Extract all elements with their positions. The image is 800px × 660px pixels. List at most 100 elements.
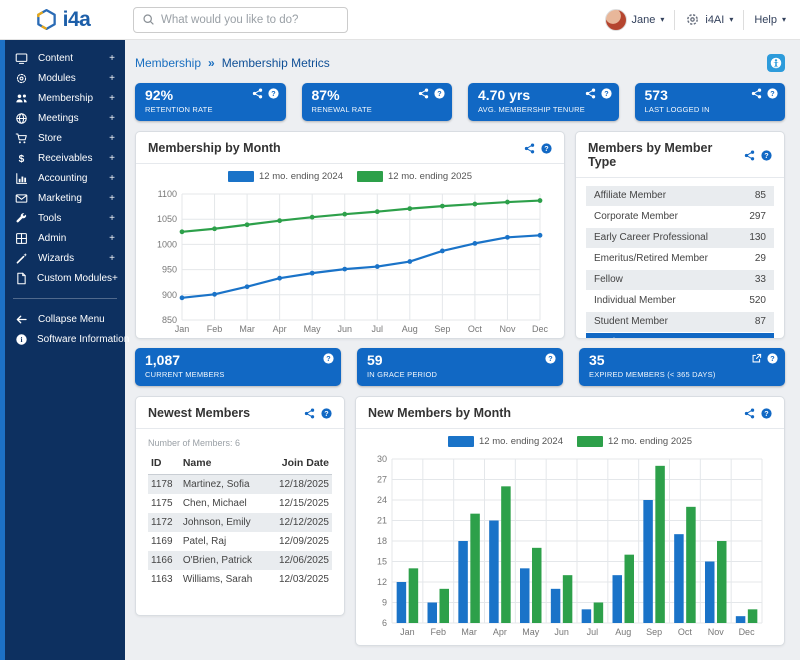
- legend-item[interactable]: 12 mo. ending 2025: [577, 436, 692, 447]
- question-circle-icon[interactable]: ?: [268, 88, 279, 99]
- svg-text:18: 18: [377, 536, 387, 546]
- question-circle-icon[interactable]: ?: [323, 353, 334, 364]
- sidebar-item-admin[interactable]: Admin+: [5, 228, 125, 248]
- share-nodes-icon[interactable]: [304, 408, 315, 419]
- kpi-label: EXPIRED MEMBERS (< 365 DAYS): [589, 370, 775, 379]
- question-circle-icon[interactable]: ?: [601, 88, 612, 99]
- svg-text:?: ?: [437, 89, 441, 98]
- question-circle-icon[interactable]: ?: [321, 408, 332, 419]
- sidebar-item-label: Admin: [38, 233, 109, 244]
- question-circle-icon[interactable]: ?: [434, 88, 445, 99]
- legend-item[interactable]: 12 mo. ending 2024: [228, 171, 343, 182]
- question-circle-icon[interactable]: ?: [767, 88, 778, 99]
- expand-plus-icon[interactable]: +: [109, 73, 115, 84]
- sidebar-item-store[interactable]: Store+: [5, 128, 125, 148]
- question-circle-icon[interactable]: ?: [761, 150, 772, 161]
- new-members-by-month-chart: 6912151821242730JanFebMarAprMayJunJulAug…: [366, 451, 770, 641]
- svg-text:Dec: Dec: [532, 324, 549, 334]
- svg-text:?: ?: [548, 354, 552, 363]
- sidebar-item-wizards[interactable]: Wizards+: [5, 248, 125, 268]
- expand-plus-icon[interactable]: +: [109, 113, 115, 124]
- legend-label: 12 mo. ending 2024: [259, 171, 343, 182]
- question-circle-icon[interactable]: ?: [767, 353, 778, 364]
- breadcrumb-separator-icon: »: [208, 56, 215, 70]
- breadcrumb-parent[interactable]: Membership: [135, 56, 201, 70]
- member-name: Martinez, Sofia: [180, 475, 267, 495]
- share-nodes-icon[interactable]: [524, 143, 535, 154]
- share-nodes-icon[interactable]: [751, 88, 762, 99]
- legend-label: 12 mo. ending 2024: [479, 436, 563, 447]
- user-menu[interactable]: Jane ▾: [605, 9, 665, 31]
- svg-text:$: $: [19, 154, 25, 165]
- expand-plus-icon[interactable]: +: [109, 133, 115, 144]
- expand-plus-icon[interactable]: +: [109, 253, 115, 264]
- app-logo[interactable]: i4a: [0, 8, 125, 32]
- sidebar-item-membership[interactable]: Membership+: [5, 88, 125, 108]
- member-id: 1169: [148, 532, 180, 551]
- expand-plus-icon[interactable]: +: [109, 153, 115, 164]
- sidebar-item-collapse-menu[interactable]: Collapse Menu: [5, 309, 125, 329]
- expand-plus-icon[interactable]: +: [109, 213, 115, 224]
- sidebar-item-accounting[interactable]: Accounting+: [5, 168, 125, 188]
- sidebar-item-software-information[interactable]: iSoftware Information: [5, 329, 125, 349]
- svg-text:Apr: Apr: [493, 627, 507, 637]
- new-members-by-month-panel: New Members by Month ? 12 mo. ending 202…: [355, 396, 785, 646]
- svg-text:?: ?: [764, 408, 768, 417]
- sidebar-item-custom-modules[interactable]: Custom Modules+: [5, 268, 125, 288]
- expand-plus-icon[interactable]: +: [109, 173, 115, 184]
- legend-item[interactable]: 12 mo. ending 2024: [448, 436, 563, 447]
- table-row: 1175 Chen, Michael 12/15/2025: [148, 494, 332, 513]
- accessibility-button[interactable]: [767, 54, 785, 72]
- search-input[interactable]: [161, 14, 339, 26]
- global-search[interactable]: [133, 7, 348, 33]
- chevron-down-icon: ▾: [660, 15, 664, 24]
- svg-text:24: 24: [377, 495, 387, 505]
- expand-plus-icon[interactable]: +: [109, 93, 115, 104]
- member-type-count: 33: [755, 274, 766, 285]
- newest-members-table: IDNameJoin Date 1178 Martinez, Sofia 12/…: [148, 454, 332, 589]
- question-circle-icon[interactable]: ?: [545, 353, 556, 364]
- svg-text:Aug: Aug: [402, 324, 418, 334]
- sidebar-main-items: Content+Modules+Membership+Meetings+Stor…: [5, 48, 125, 288]
- sidebar-item-receivables[interactable]: $Receivables+: [5, 148, 125, 168]
- svg-text:?: ?: [271, 89, 275, 98]
- share-nodes-icon[interactable]: [252, 88, 263, 99]
- share-nodes-icon[interactable]: [744, 408, 755, 419]
- kpi-card-avg-membership-tenure: 4.70 yrs AVG. MEMBERSHIP TENURE ?: [468, 83, 619, 121]
- expand-plus-icon[interactable]: +: [112, 273, 118, 284]
- sidebar-item-content[interactable]: Content+: [5, 48, 125, 68]
- member-join-date: 12/03/2025: [267, 570, 332, 589]
- kpi-value: 59: [367, 352, 553, 369]
- i4ai-menu[interactable]: i4AI ▾: [685, 12, 733, 27]
- expand-plus-icon[interactable]: +: [109, 233, 115, 244]
- sidebar-item-meetings[interactable]: Meetings+: [5, 108, 125, 128]
- question-circle-icon[interactable]: ?: [761, 408, 772, 419]
- kpi-label: CURRENT MEMBERS: [145, 370, 331, 379]
- svg-text:1100: 1100: [158, 189, 177, 199]
- sidebar-item-marketing[interactable]: Marketing+: [5, 188, 125, 208]
- membership-by-month-panel: Membership by Month ? 12 mo. ending 2024…: [135, 131, 565, 339]
- sidebar-item-tools[interactable]: Tools+: [5, 208, 125, 228]
- share-nodes-icon[interactable]: [418, 88, 429, 99]
- help-menu[interactable]: Help ▾: [754, 14, 786, 26]
- member-type-name: Emeritus/Retired Member: [594, 253, 708, 264]
- share-nodes-icon[interactable]: [744, 150, 755, 161]
- sidebar-item-modules[interactable]: Modules+: [5, 68, 125, 88]
- svg-text:Jul: Jul: [372, 324, 384, 334]
- member-id: 1166: [148, 551, 180, 570]
- svg-text:Apr: Apr: [273, 324, 287, 334]
- share-nodes-icon[interactable]: [585, 88, 596, 99]
- external-link-icon[interactable]: [751, 353, 762, 364]
- legend-label: 12 mo. ending 2025: [608, 436, 692, 447]
- sidebar-item-label: Store: [38, 133, 109, 144]
- expand-plus-icon[interactable]: +: [109, 193, 115, 204]
- member-type-name: Fellow: [594, 274, 623, 285]
- total-value: 1,181: [741, 337, 766, 339]
- svg-text:950: 950: [162, 265, 177, 275]
- cart-icon: [15, 132, 29, 145]
- legend-item[interactable]: 12 mo. ending 2025: [357, 171, 472, 182]
- expand-plus-icon[interactable]: +: [109, 53, 115, 64]
- kpi-card-expired-members-365-days: 35 EXPIRED MEMBERS (< 365 DAYS) ?: [579, 348, 785, 386]
- question-circle-icon[interactable]: ?: [541, 143, 552, 154]
- dollar-icon: $: [15, 152, 29, 165]
